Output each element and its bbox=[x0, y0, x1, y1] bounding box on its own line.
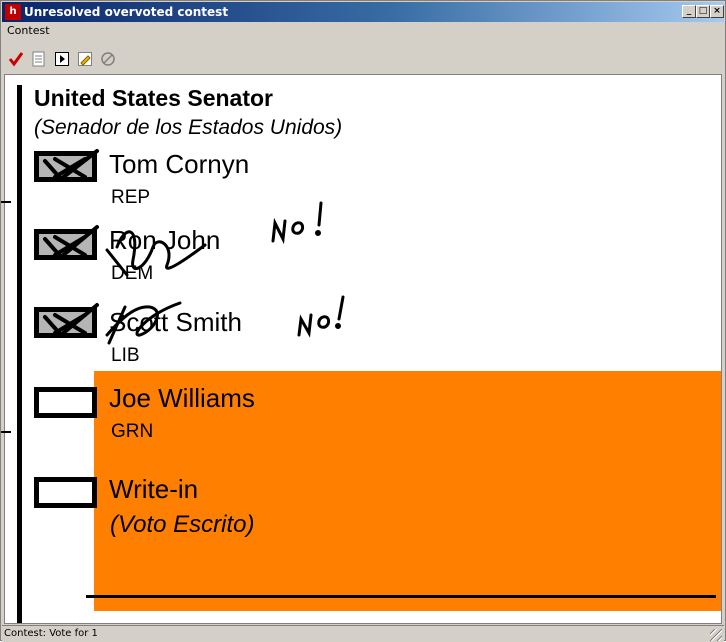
status-bar: Contest: Vote for 1 bbox=[2, 625, 724, 642]
highlight-pencil-icon[interactable] bbox=[75, 49, 95, 69]
ballot-bottom-line bbox=[86, 595, 716, 598]
next-frame-icon[interactable] bbox=[52, 49, 72, 69]
status-text: Contest: Vote for 1 bbox=[4, 628, 98, 639]
vote-target-tom-cornyn[interactable] bbox=[34, 151, 97, 182]
vote-target-joe-williams[interactable] bbox=[34, 387, 97, 418]
minimize-button[interactable]: _ bbox=[682, 5, 696, 18]
no-vote-icon[interactable] bbox=[98, 49, 118, 69]
window-title: Unresolved overvoted contest bbox=[24, 5, 229, 19]
ballot-view-icon[interactable] bbox=[29, 49, 49, 69]
vote-target-scott-smith[interactable] bbox=[34, 307, 97, 338]
contest-title: United States Senator bbox=[34, 85, 273, 111]
candidate-name: Tom Cornyn bbox=[109, 149, 250, 179]
ballot-image: United States Senator (Senador de los Es… bbox=[4, 74, 722, 624]
candidate-party: GRN bbox=[111, 421, 154, 442]
app-icon: h bbox=[5, 4, 21, 20]
resize-grip[interactable] bbox=[710, 629, 722, 641]
candidate-party: DEM bbox=[111, 263, 154, 284]
menu-contest[interactable]: Contest bbox=[7, 24, 50, 37]
toolbar bbox=[2, 40, 724, 74]
ballot-review-window: h Unresolved overvoted contest _ □ × Con… bbox=[0, 0, 726, 642]
vote-target-write-in[interactable] bbox=[34, 477, 97, 508]
ballot-border-line bbox=[17, 85, 22, 623]
vote-target-ron-john[interactable] bbox=[34, 229, 97, 260]
menu-bar: Contest bbox=[2, 22, 724, 39]
maximize-button[interactable]: □ bbox=[696, 5, 710, 18]
contest-subtitle: (Senador de los Estados Unidos) bbox=[34, 116, 343, 139]
candidate-party: LIB bbox=[111, 345, 140, 366]
write-in-subtitle: (Voto Escrito) bbox=[110, 511, 255, 538]
candidate-name: Write-in bbox=[109, 474, 199, 504]
candidate-name: Joe Williams bbox=[109, 383, 255, 413]
candidate-name: Scott Smith bbox=[109, 307, 242, 337]
title-bar[interactable]: h Unresolved overvoted contest _ □ × bbox=[2, 2, 724, 22]
close-button[interactable]: × bbox=[710, 5, 724, 18]
row-pointer-marker bbox=[1, 431, 11, 433]
accept-check-icon[interactable] bbox=[6, 49, 26, 69]
candidate-party: REP bbox=[111, 187, 151, 208]
candidate-name: Ron John bbox=[109, 225, 221, 255]
row-pointer-marker bbox=[1, 201, 11, 203]
